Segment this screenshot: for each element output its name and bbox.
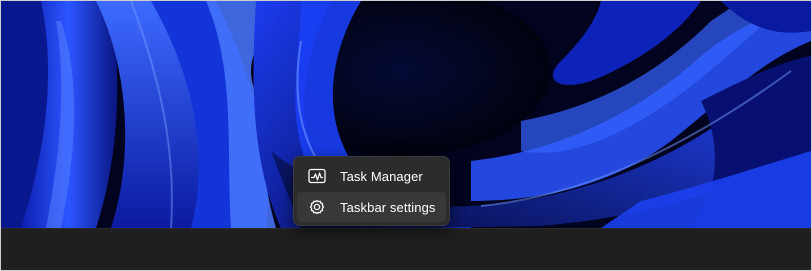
gear-icon [308, 198, 326, 216]
menu-item-taskbar-settings[interactable]: Taskbar settings [297, 192, 446, 222]
menu-item-label: Taskbar settings [340, 199, 436, 215]
taskbar[interactable] [1, 228, 811, 270]
menu-item-label: Task Manager [340, 168, 423, 184]
task-manager-icon [308, 167, 326, 185]
screenshot-frame: Task Manager Taskbar settings [0, 0, 812, 271]
taskbar-context-menu: Task Manager Taskbar settings [293, 156, 450, 226]
menu-item-task-manager[interactable]: Task Manager [297, 161, 446, 191]
